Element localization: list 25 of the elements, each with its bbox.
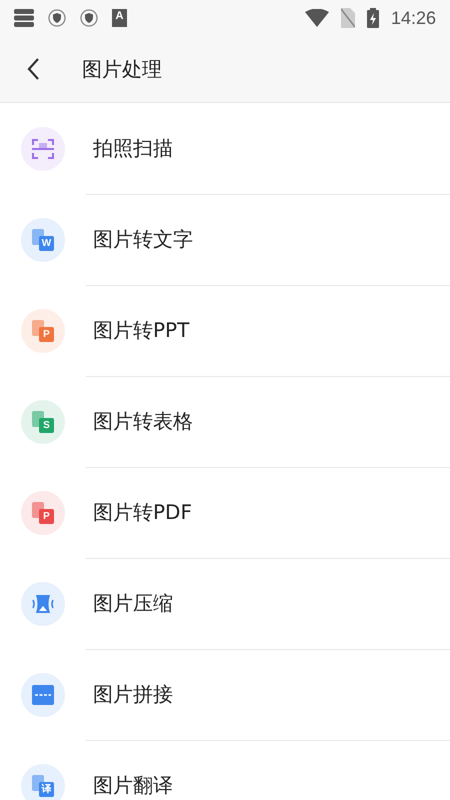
page-title: 图片处理	[82, 56, 162, 82]
menu-item[interactable]: 译 图片翻译	[0, 740, 450, 800]
item-label: 图片拼接	[93, 680, 173, 708]
item-label: 图片翻译	[93, 772, 173, 799]
wifi-icon	[304, 9, 329, 27]
item-label: 图片压缩	[93, 590, 173, 616]
menu-item[interactable]: 图片拼接	[0, 649, 450, 740]
menu-item[interactable]: P 图片转PPT	[0, 285, 450, 376]
status-time: 14:26	[390, 8, 436, 28]
shield-icon	[80, 9, 98, 27]
item-label: 图片转PDF	[93, 498, 192, 526]
shield-icon	[48, 9, 66, 27]
item-label: 拍照扫描	[93, 134, 173, 162]
menu-item[interactable]: W 图片转文字	[0, 194, 450, 285]
storage-icon	[14, 9, 34, 27]
item-label: 图片转表格	[93, 408, 193, 434]
item-label: 图片转文字	[93, 226, 193, 252]
menu-item[interactable]: 拍照扫描	[0, 103, 450, 194]
menu-item[interactable]: 图片压缩	[0, 558, 450, 649]
menu-item[interactable]: S 图片转表格	[0, 376, 450, 467]
menu-item[interactable]: P 图片转PDF	[0, 467, 450, 558]
battery-charging-icon	[366, 8, 379, 28]
keyboard-icon: A	[112, 9, 127, 27]
item-label: 图片转PPT	[93, 316, 190, 344]
no-sim-icon	[340, 8, 355, 28]
